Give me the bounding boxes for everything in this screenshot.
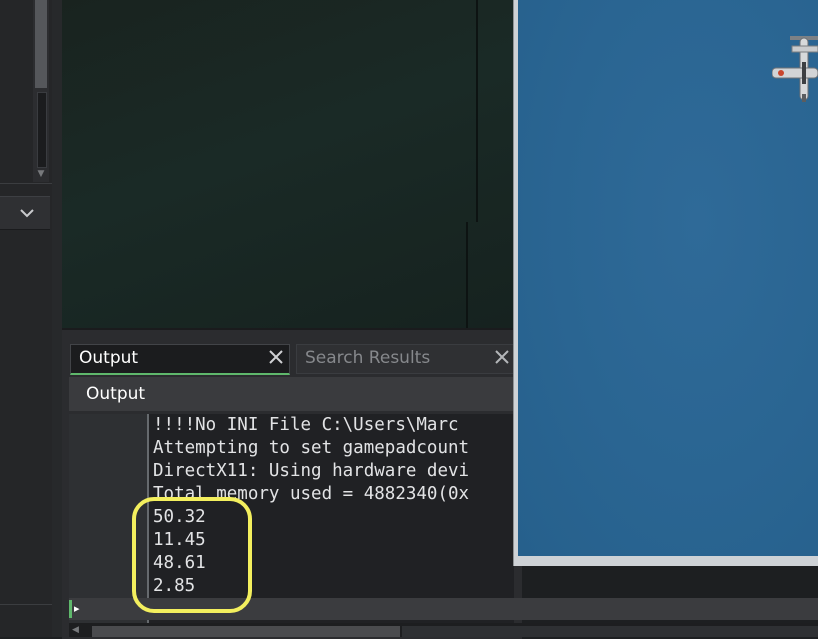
workspace-edge [466, 222, 468, 328]
workspace-edge [476, 0, 478, 222]
close-icon[interactable] [494, 346, 514, 368]
panel-splitter[interactable] [52, 0, 62, 637]
scrollbar-thumb[interactable] [35, 0, 47, 88]
caret-right-icon: ▸ [74, 602, 80, 615]
airplane-icon [772, 36, 818, 102]
current-line-marker [69, 600, 72, 618]
workspace-canvas[interactable] [62, 0, 514, 328]
highlight-annotation [132, 497, 252, 613]
output-header-title: Output [86, 384, 146, 404]
panel-dropdown[interactable] [0, 196, 50, 230]
tab-search-results-label: Search Results [305, 348, 431, 368]
scrollbar-track-lower[interactable] [37, 92, 47, 168]
console-line: DirectX11: Using hardware devi [153, 461, 470, 481]
scroll-down-arrow-icon[interactable]: ▼ [34, 168, 48, 180]
divider [0, 604, 52, 605]
close-icon[interactable] [268, 346, 288, 368]
divider [0, 183, 52, 184]
tab-output-label: Output [79, 348, 139, 368]
chevron-down-icon[interactable] [16, 202, 38, 224]
console-line: !!!!No INI File C:\Users\Marc [153, 415, 459, 435]
scrollbar-thumb[interactable] [92, 626, 400, 637]
scrollbar-track[interactable] [402, 626, 818, 637]
scroll-left-arrow-icon[interactable]: ◀ [72, 624, 79, 636]
console-line: Attempting to set gamepadcount [153, 438, 470, 458]
